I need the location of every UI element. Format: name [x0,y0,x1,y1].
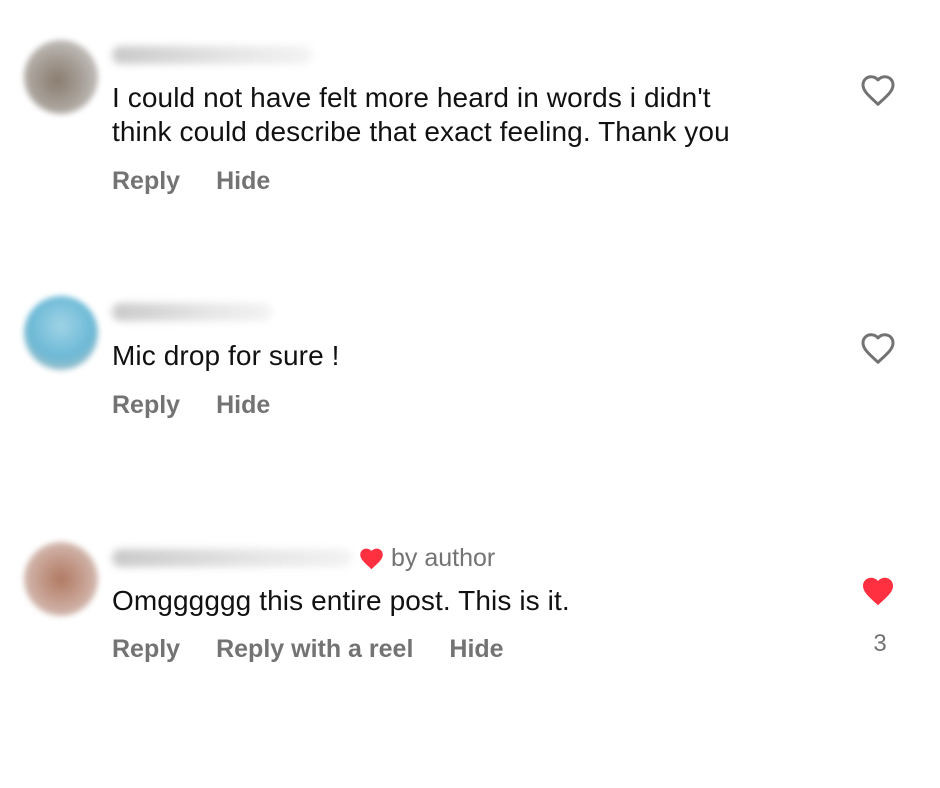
like-button[interactable] [860,331,900,367]
hide-button[interactable]: Hide [216,167,270,196]
avatar[interactable] [24,40,98,114]
heart-outline-icon [861,333,895,364]
comment-text-line: I could not have felt more heard in word… [112,82,711,113]
comment-text: Mic drop for sure ! [112,340,340,371]
username-blurred[interactable] [112,549,352,567]
like-button[interactable] [860,574,900,610]
comment-actions: Reply Hide [112,167,270,196]
comment-text: I could not have felt more heard in word… [112,81,730,149]
hide-button[interactable]: Hide [449,635,503,664]
comment-text-line: think could describe that exact feeling.… [112,116,730,147]
heart-outline-icon [861,75,895,106]
like-button[interactable] [860,73,900,109]
reply-button[interactable]: Reply [112,635,180,664]
like-count[interactable]: 3 [860,630,900,658]
reply-button[interactable]: Reply [112,167,180,196]
comment-actions: Reply Hide [112,391,270,420]
avatar[interactable] [24,296,98,370]
reply-with-reel-button[interactable]: Reply with a reel [216,635,413,664]
hide-button[interactable]: Hide [216,391,270,420]
by-author-label: by author [391,544,496,572]
comment-text: Omgggggg this entire post. This is it. [112,585,570,616]
liked-by-author: by author [358,544,495,573]
heart-filled-icon [863,577,893,606]
username-blurred[interactable] [112,46,312,64]
heart-filled-icon [360,548,383,570]
reply-button[interactable]: Reply [112,391,180,420]
username-blurred[interactable] [112,303,272,321]
comment-actions: Reply Reply with a reel Hide [112,635,504,664]
avatar[interactable] [24,542,98,616]
